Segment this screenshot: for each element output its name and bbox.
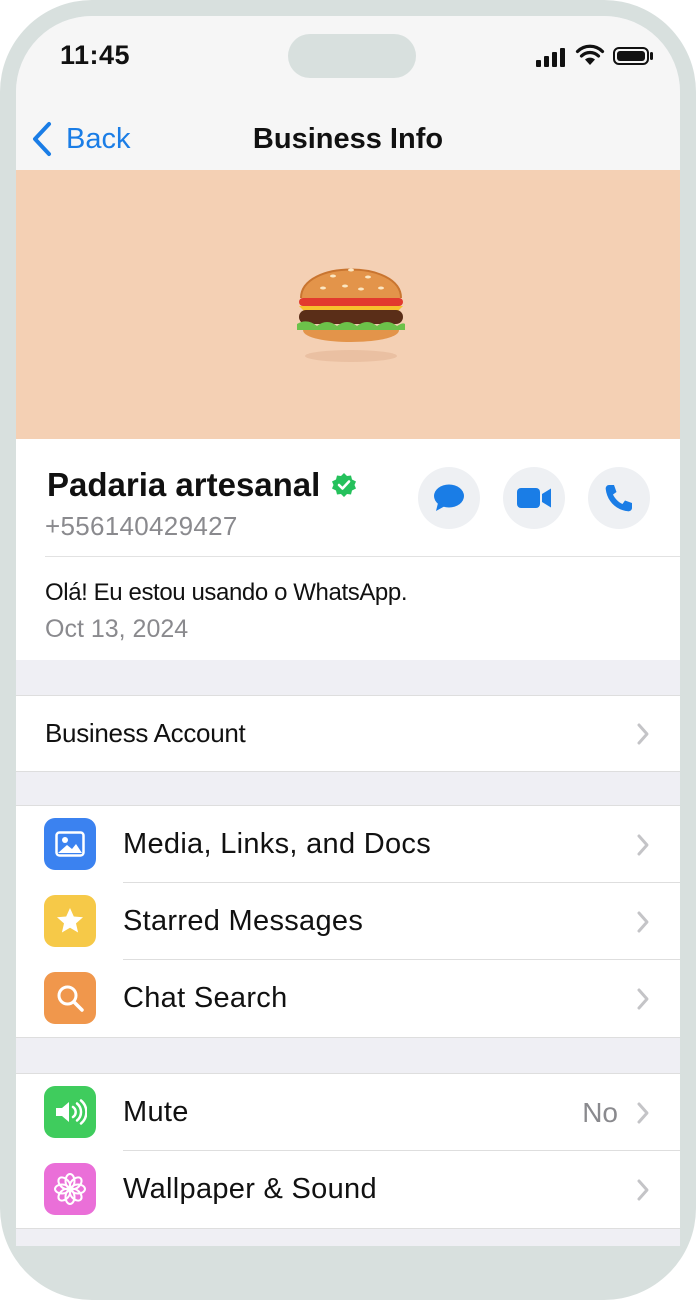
business-name-row: Padaria artesanal xyxy=(47,466,357,504)
chevron-right-icon xyxy=(637,834,649,856)
voice-call-button[interactable] xyxy=(588,467,650,529)
about-date: Oct 13, 2024 xyxy=(45,615,189,643)
menu-label: Starred Messages xyxy=(123,905,364,937)
chevron-right-icon xyxy=(637,1102,649,1124)
back-label: Back xyxy=(66,122,131,155)
chat-bubble-icon xyxy=(434,484,464,511)
menu-label: Chat Search xyxy=(123,982,288,1014)
menu-row-wallpaper[interactable]: Wallpaper & Sound xyxy=(16,1151,680,1228)
business-account-row[interactable]: Business Account xyxy=(16,695,680,772)
business-phone[interactable]: +556140429427 xyxy=(45,511,238,542)
video-camera-icon xyxy=(517,488,551,508)
menu-row-mute[interactable]: Mute No xyxy=(16,1074,680,1151)
menu-label: Mute xyxy=(123,1096,189,1128)
chevron-right-icon xyxy=(637,988,649,1010)
flower-icon xyxy=(44,1163,96,1215)
cellular-signal-icon xyxy=(536,47,570,67)
business-account-label: Business Account xyxy=(45,718,246,748)
star-icon xyxy=(44,895,96,947)
chevron-right-icon xyxy=(637,911,649,933)
message-button[interactable] xyxy=(418,467,480,529)
menu-row-media[interactable]: Media, Links, and Docs xyxy=(16,806,680,883)
phone-icon xyxy=(605,485,632,512)
business-info-card: Padaria artesanal +556140429427 Olá! Eu … xyxy=(16,439,680,660)
battery-icon xyxy=(613,47,649,65)
menu-label: Media, Links, and Docs xyxy=(123,828,432,860)
back-button[interactable]: Back xyxy=(32,118,130,160)
divider xyxy=(45,556,680,557)
photo-icon xyxy=(44,818,96,870)
settings-section: Mute No Wallpaper & Sound xyxy=(16,1073,680,1229)
battery-cap xyxy=(650,52,653,60)
mute-value: No xyxy=(582,1097,618,1128)
menu-row-starred[interactable]: Starred Messages xyxy=(16,883,680,960)
business-name: Padaria artesanal xyxy=(47,466,321,503)
wifi-icon xyxy=(575,44,605,65)
dynamic-island xyxy=(288,34,416,78)
chevron-right-icon xyxy=(637,723,649,745)
chevron-right-icon xyxy=(637,1179,649,1201)
about-text: Olá! Eu estou usando o WhatsApp. xyxy=(45,579,408,606)
verified-badge-icon xyxy=(332,473,357,497)
menu-row-chat-search[interactable]: Chat Search xyxy=(16,960,680,1037)
status-time: 11:45 xyxy=(60,40,131,70)
media-section: Media, Links, and Docs Starred Messages … xyxy=(16,805,680,1038)
video-call-button[interactable] xyxy=(503,467,565,529)
navigation-bar: Business Info Back xyxy=(16,108,680,170)
search-icon xyxy=(44,972,96,1024)
chevron-left-icon xyxy=(33,122,51,156)
status-bar: 11:45 xyxy=(16,16,680,108)
speaker-icon xyxy=(44,1086,96,1138)
profile-cover[interactable] xyxy=(16,170,680,439)
burger-emoji-icon xyxy=(297,268,405,362)
menu-label: Wallpaper & Sound xyxy=(123,1173,377,1205)
screen: 11:45 Business Info Back Padaria artesan… xyxy=(16,16,680,1246)
